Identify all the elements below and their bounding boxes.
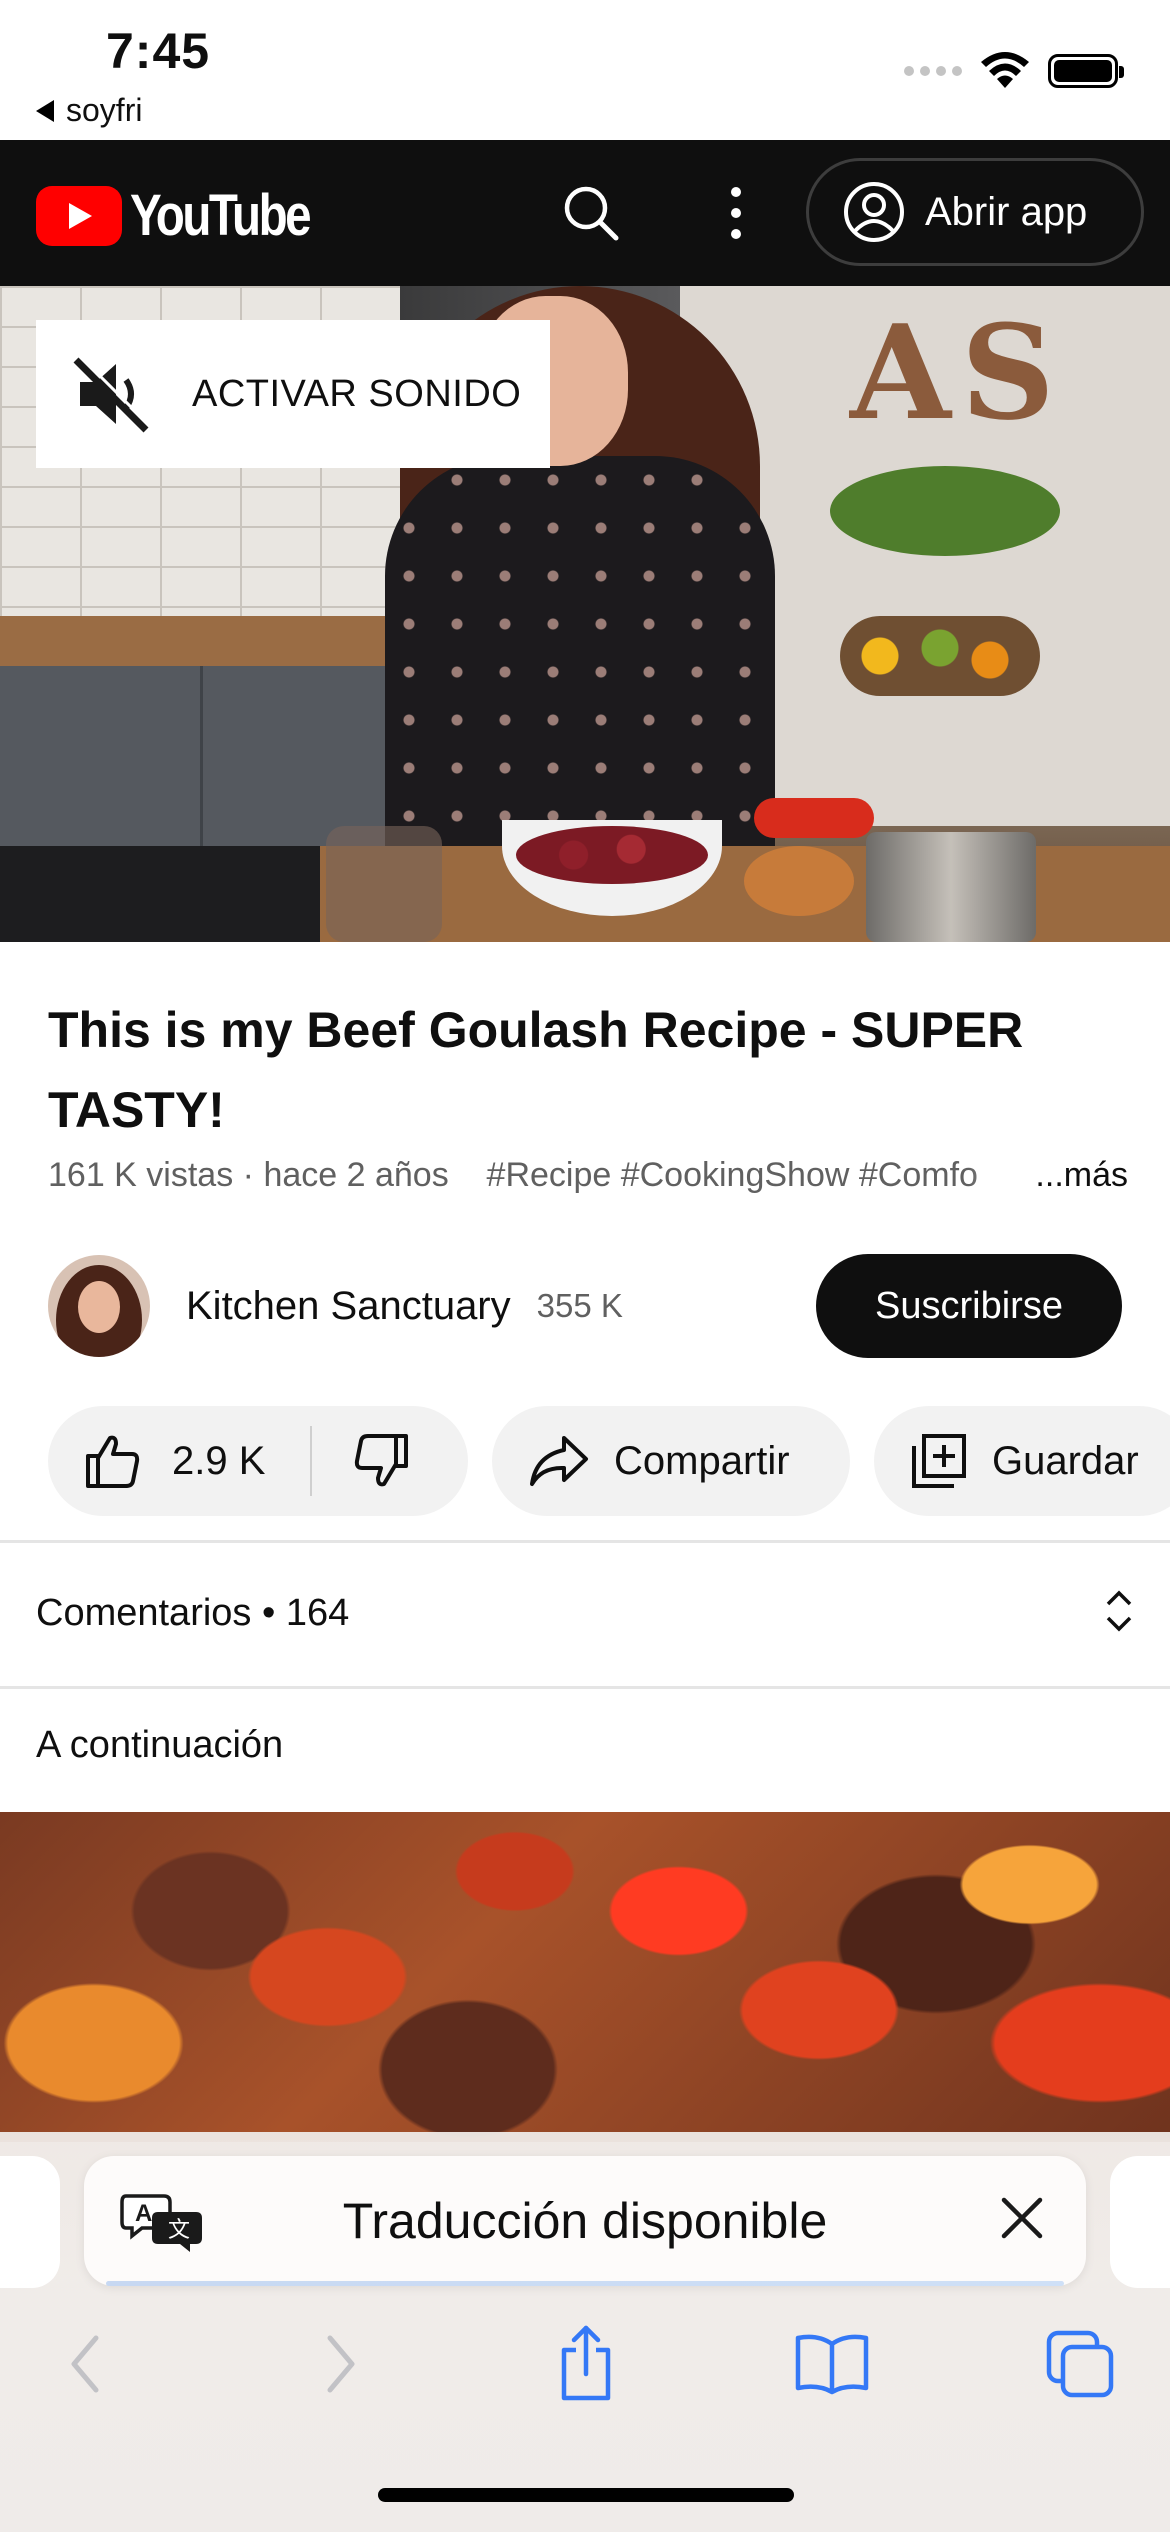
youtube-logo-text: YouTube — [130, 183, 312, 248]
more-options-icon[interactable] — [716, 180, 756, 246]
share-label: Compartir — [614, 1438, 790, 1483]
unmute-button[interactable]: ACTIVAR SONIDO — [36, 320, 550, 468]
battery-icon — [1048, 54, 1124, 88]
comments-label: Comentarios — [36, 1591, 252, 1634]
youtube-play-icon — [36, 185, 122, 246]
channel-row: Kitchen Sanctuary 355 K Suscribirse — [48, 1254, 1122, 1358]
svg-text:A: A — [135, 2200, 152, 2227]
dislike-button[interactable] — [312, 1432, 410, 1490]
tabs-button[interactable] — [1040, 2324, 1120, 2404]
share-page-button[interactable] — [546, 2324, 626, 2404]
expand-collapse-icon[interactable] — [1104, 1588, 1134, 1634]
wifi-icon — [981, 52, 1029, 88]
bookmarks-button[interactable] — [792, 2324, 872, 2404]
save-to-playlist-icon — [912, 1434, 966, 1488]
view-count: 161 K vistas — [48, 1156, 234, 1194]
share-arrow-icon — [530, 1436, 588, 1486]
account-icon — [844, 182, 904, 242]
translate-icon[interactable]: A 文 — [120, 2190, 204, 2254]
thumbs-down-icon — [354, 1434, 408, 1487]
book-icon — [795, 2334, 869, 2395]
subscribe-button[interactable]: Suscribirse — [816, 1254, 1122, 1358]
cellular-signal-icon — [904, 66, 962, 76]
subscriber-count: 355 K — [536, 1287, 623, 1324]
tabs-icon — [1046, 2330, 1114, 2398]
address-text: Traducción disponible — [342, 2193, 828, 2249]
close-icon[interactable] — [998, 2194, 1046, 2242]
chevron-left-icon — [71, 2335, 99, 2393]
open-app-button[interactable]: Abrir app — [806, 158, 1144, 266]
open-app-label: Abrir app — [925, 189, 1088, 234]
address-bar[interactable]: A 文 Traducción disponible — [84, 2156, 1086, 2286]
youtube-logo[interactable]: YouTube — [36, 182, 348, 249]
svg-text:文: 文 — [168, 2218, 190, 2243]
like-button[interactable]: 2.9 K — [48, 1432, 310, 1490]
save-label: Guardar — [992, 1438, 1139, 1483]
back-to-app-link[interactable]: soyfri — [36, 92, 142, 129]
action-bar: 2.9 K Compartir Guardar — [48, 1406, 1170, 1516]
share-icon — [561, 2325, 611, 2401]
comments-section[interactable]: Comentarios • 164 — [36, 1540, 1134, 1686]
more-description-link[interactable]: ...más — [1035, 1156, 1128, 1195]
comments-count: 164 — [285, 1591, 350, 1634]
up-next-heading: A continuación — [36, 1724, 284, 1766]
video-title: This is my Beef Goulash Recipe - SUPER T… — [48, 1002, 1024, 1138]
share-button[interactable]: Compartir — [492, 1406, 850, 1516]
next-tab-preview[interactable] — [1110, 2156, 1170, 2288]
divider — [0, 1686, 1170, 1689]
back-app-label: soyfri — [66, 92, 143, 128]
hashtags[interactable]: #Recipe #CookingShow #Comfo — [487, 1156, 978, 1194]
status-indicators — [904, 52, 1124, 90]
thumbs-up-icon — [86, 1435, 140, 1488]
safari-toolbar — [0, 2310, 1170, 2420]
back-triangle-icon — [36, 99, 54, 122]
like-dislike-pill: 2.9 K — [48, 1406, 468, 1516]
channel-avatar[interactable] — [48, 1255, 150, 1357]
next-video-thumbnail[interactable] — [0, 1812, 1170, 2142]
forward-button[interactable] — [300, 2324, 380, 2404]
like-count: 2.9 K — [172, 1438, 266, 1483]
unmute-label: ACTIVAR SONIDO — [192, 372, 522, 415]
video-meta[interactable]: 161 K vistas · hace 2 años #Recipe #Cook… — [48, 1156, 1128, 1200]
status-time: 7:45 — [106, 23, 211, 79]
save-button[interactable]: Guardar — [874, 1406, 1170, 1516]
previous-tab-preview[interactable] — [0, 2156, 60, 2288]
back-button[interactable] — [46, 2324, 126, 2404]
comments-separator: • — [251, 1591, 286, 1634]
search-icon[interactable] — [560, 182, 622, 244]
youtube-header: YouTube Abrir app — [0, 140, 1170, 286]
home-indicator[interactable] — [378, 2488, 794, 2502]
upload-age: hace 2 años — [263, 1156, 449, 1194]
muted-speaker-icon — [73, 354, 152, 433]
status-bar: 7:45 soyfri — [0, 0, 1170, 140]
channel-name[interactable]: Kitchen Sanctuary — [186, 1284, 511, 1329]
chevron-right-icon — [327, 2335, 355, 2393]
